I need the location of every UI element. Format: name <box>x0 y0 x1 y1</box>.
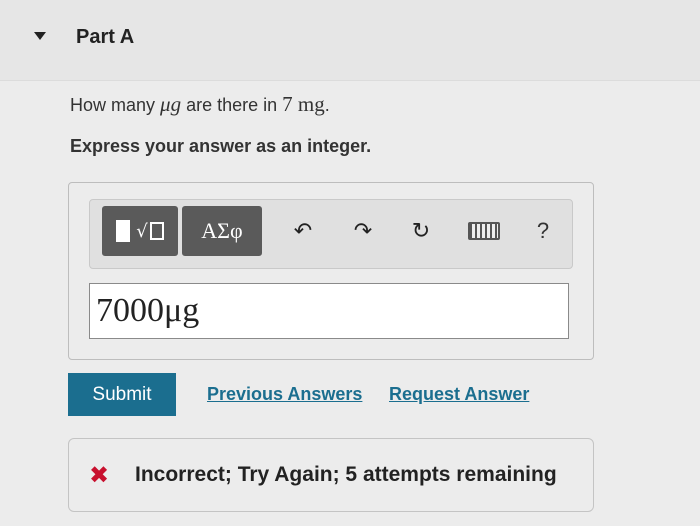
help-button[interactable]: ? <box>526 214 560 248</box>
question-prefix: How many <box>70 95 161 115</box>
question-middle: are there in <box>181 95 283 115</box>
math-toolbar: √ ΑΣφ ↶ ↷ ↻ ? <box>89 199 573 269</box>
instruction-text: Express your answer as an integer. <box>70 136 372 156</box>
undo-icon[interactable]: ↶ <box>286 214 320 248</box>
part-header[interactable]: Part A <box>0 0 700 81</box>
collapse-caret-icon[interactable] <box>34 32 46 40</box>
template-box-icon <box>149 222 164 240</box>
templates-button[interactable]: √ <box>102 206 178 256</box>
answer-input[interactable]: 7000μg <box>89 283 569 339</box>
question-amount: 7 mg <box>282 92 325 116</box>
template-block-icon <box>116 220 131 242</box>
request-answer-link[interactable]: Request Answer <box>389 384 529 405</box>
feedback-message: Incorrect; Try Again; 5 attempts remaini… <box>135 463 557 486</box>
reset-icon[interactable]: ↻ <box>404 214 438 248</box>
question-text: How many μg are there in 7 mg. <box>70 92 330 117</box>
incorrect-x-icon: ✖ <box>89 461 110 489</box>
question-suffix: . <box>324 95 330 115</box>
answer-panel: √ ΑΣφ ↶ ↷ ↻ ? 7000μg <box>68 182 594 360</box>
redo-icon[interactable]: ↷ <box>346 214 380 248</box>
keyboard-icon[interactable] <box>464 214 504 248</box>
question-unit: μg <box>160 92 182 116</box>
submit-button[interactable]: Submit <box>68 373 176 416</box>
part-title: Part A <box>76 26 135 48</box>
sqrt-icon: √ <box>136 220 148 242</box>
symbols-button[interactable]: ΑΣφ <box>182 206 262 256</box>
previous-answers-link[interactable]: Previous Answers <box>207 384 362 405</box>
feedback-box: ✖ Incorrect; Try Again; 5 attempts remai… <box>68 438 594 512</box>
